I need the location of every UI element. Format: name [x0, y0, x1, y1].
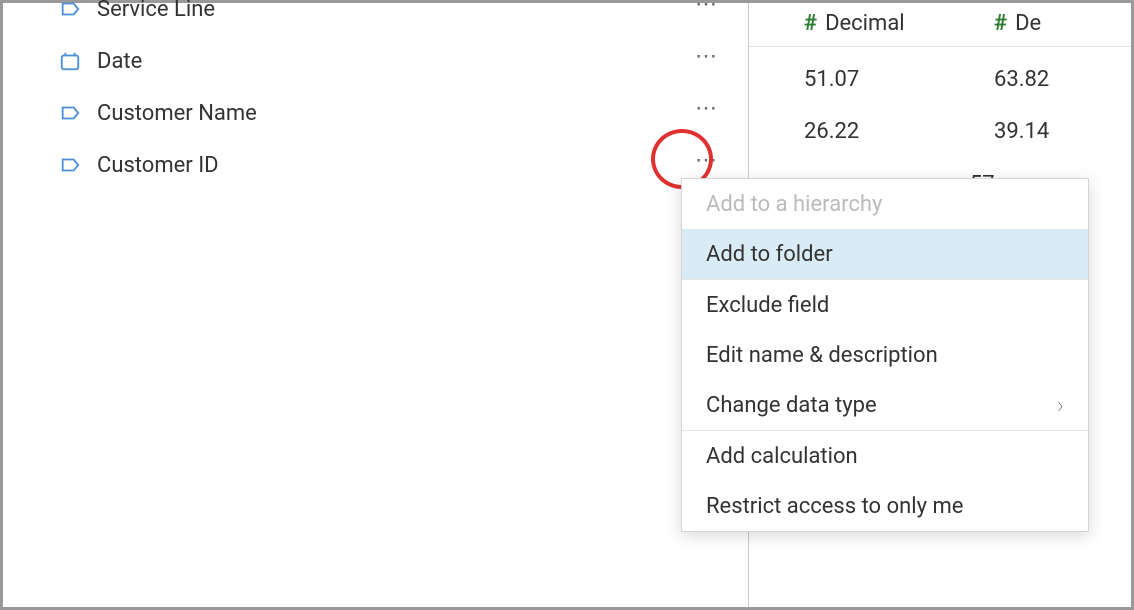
- tag-icon: [59, 154, 81, 176]
- menu-edit-name-description[interactable]: Edit name & description: [682, 330, 1088, 380]
- field-label: Date: [97, 49, 685, 74]
- menu-item-label: Add to a hierarchy: [706, 192, 882, 217]
- field-item-customer-name[interactable]: Customer Name ⋯: [3, 87, 748, 139]
- chevron-right-icon: ›: [1057, 391, 1064, 419]
- field-context-menu: Add to a hierarchy Add to folder Exclude…: [681, 178, 1089, 532]
- column-header[interactable]: # Decimal: [749, 3, 994, 47]
- field-list-panel: Service Line ⋯ Date ⋯ Customer Name ⋯: [3, 3, 749, 607]
- tag-icon: [59, 0, 81, 20]
- more-menu-icon[interactable]: ⋯: [685, 150, 728, 172]
- more-menu-icon[interactable]: ⋯: [685, 98, 728, 120]
- menu-restrict-access[interactable]: Restrict access to only me: [682, 481, 1088, 531]
- table-cell: 63.82: [994, 53, 1131, 106]
- column-header[interactable]: # De: [994, 3, 1131, 47]
- calendar-icon: [59, 50, 81, 72]
- field-label: Service Line: [97, 0, 685, 22]
- field-item-customer-id[interactable]: Customer ID ⋯: [3, 139, 748, 191]
- menu-add-to-folder[interactable]: Add to folder: [682, 229, 1088, 279]
- menu-item-label: Restrict access to only me: [706, 494, 963, 519]
- tag-icon: [59, 102, 81, 124]
- field-item-date[interactable]: Date ⋯: [3, 35, 748, 87]
- menu-item-label: Edit name & description: [706, 343, 938, 368]
- number-type-icon: #: [804, 11, 817, 36]
- field-label: Customer ID: [97, 153, 685, 178]
- menu-add-calculation[interactable]: Add calculation: [682, 431, 1088, 481]
- menu-exclude-field[interactable]: Exclude field: [682, 280, 1088, 330]
- column-header-label: De: [1015, 11, 1041, 36]
- table-cell: 26.22: [749, 106, 994, 159]
- field-label: Customer Name: [97, 101, 685, 126]
- field-item-service-line[interactable]: Service Line ⋯: [3, 0, 748, 35]
- table-cell: 39.14: [994, 106, 1131, 159]
- column-header-label: Decimal: [825, 11, 905, 36]
- menu-item-label: Add to folder: [706, 242, 833, 267]
- menu-item-label: Exclude field: [706, 293, 829, 318]
- more-menu-icon[interactable]: ⋯: [685, 0, 728, 16]
- more-menu-icon[interactable]: ⋯: [685, 46, 728, 68]
- menu-item-label: Add calculation: [706, 444, 858, 469]
- menu-add-hierarchy: Add to a hierarchy: [682, 179, 1088, 229]
- table-cell: 51.07: [749, 53, 994, 106]
- menu-change-data-type[interactable]: Change data type ›: [682, 380, 1088, 430]
- menu-item-label: Change data type: [706, 393, 877, 418]
- number-type-icon: #: [994, 11, 1007, 36]
